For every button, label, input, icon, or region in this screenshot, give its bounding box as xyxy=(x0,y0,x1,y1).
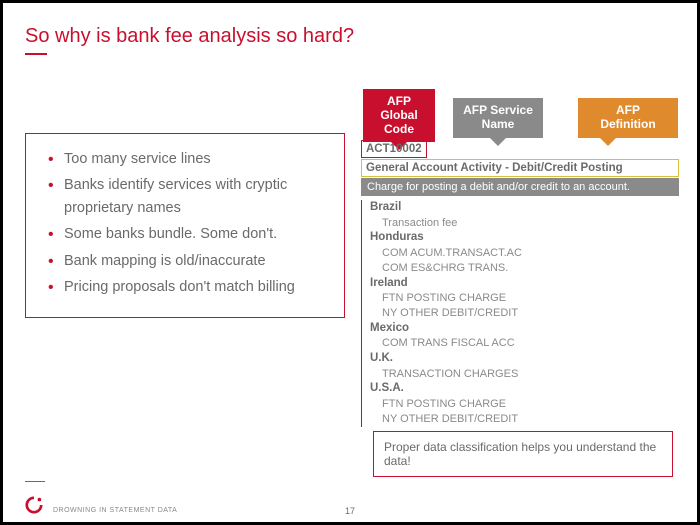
footer-divider xyxy=(25,481,45,482)
service-line: NY OTHER DEBIT/CREDIT xyxy=(370,306,679,321)
service-line: FTN POSTING CHARGE xyxy=(370,291,679,306)
tag-service-name: AFP Service Name xyxy=(453,98,543,138)
bullet-item: Too many service lines xyxy=(52,148,330,170)
service-line: NY OTHER DEBIT/CREDIT xyxy=(370,412,679,427)
service-line: COM TRANS FISCAL ACC xyxy=(370,336,679,351)
country-header: U.S.A. xyxy=(370,381,679,397)
country-header: Brazil xyxy=(370,200,679,216)
service-line: FTN POSTING CHARGE xyxy=(370,397,679,412)
bullets-list: Too many service lines Banks identify se… xyxy=(52,148,330,299)
title-underline xyxy=(25,53,47,55)
afp-panel: ACT10002 General Account Activity - Debi… xyxy=(361,139,679,427)
country-header: Honduras xyxy=(370,230,679,246)
classification-note: Proper data classification helps you und… xyxy=(373,431,673,477)
slide-title: So why is bank fee analysis so hard? xyxy=(25,25,354,48)
afp-definition-row: Charge for posting a debit and/or credit… xyxy=(361,178,679,196)
service-line: Transaction fee xyxy=(370,216,679,231)
bullet-item: Some banks bundle. Some don't. xyxy=(52,223,330,245)
slide-frame: So why is bank fee analysis so hard? Too… xyxy=(0,0,700,525)
afp-code: ACT10002 xyxy=(361,140,427,158)
afp-service-name: General Account Activity - Debit/Credit … xyxy=(361,159,679,177)
service-line: COM ES&CHRG TRANS. xyxy=(370,261,679,276)
footer-text: DROWNING IN STATEMENT DATA xyxy=(53,507,177,514)
bullet-item: Bank mapping is old/inaccurate xyxy=(52,250,330,272)
country-list: Brazil Transaction fee Honduras COM ACUM… xyxy=(361,200,679,427)
service-line: COM ACUM.TRANSACT.AC xyxy=(370,246,679,261)
service-line: TRANSACTION CHARGES xyxy=(370,367,679,382)
country-header: U.K. xyxy=(370,351,679,367)
tag-definition: AFP Definition xyxy=(578,98,678,138)
tag-global-code: AFP Global Code xyxy=(363,89,435,142)
bullet-item: Pricing proposals don't match billing xyxy=(52,276,330,298)
page-number: 17 xyxy=(345,506,355,516)
logo-icon xyxy=(25,496,43,514)
bullets-box: Too many service lines Banks identify se… xyxy=(25,133,345,318)
country-header: Mexico xyxy=(370,321,679,337)
country-header: Ireland xyxy=(370,276,679,292)
bullet-item: Banks identify services with cryptic pro… xyxy=(52,174,330,219)
